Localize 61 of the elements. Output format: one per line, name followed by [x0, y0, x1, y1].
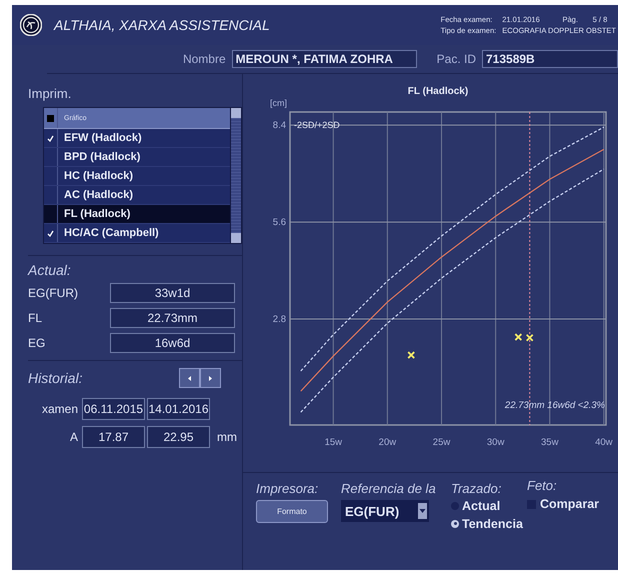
data-point: [526, 334, 534, 342]
unit-label: mm: [217, 430, 237, 444]
section-title: Imprim.: [27, 86, 72, 101]
checkmark-icon: [47, 230, 54, 236]
printer-label: Impresora:: [256, 481, 320, 496]
value-field: 16w6d: [110, 333, 235, 353]
radio-button[interactable]: [451, 520, 459, 528]
checkbox-label: Comparar: [540, 497, 600, 511]
x-tick-label: 20w: [378, 437, 396, 448]
x-tick-label: 30w: [486, 437, 504, 448]
checkmark-icon: [47, 134, 54, 142]
history-label: xamen: [40, 402, 79, 416]
scrollbar[interactable]: [230, 108, 241, 243]
x-tick-label: 35w: [541, 437, 558, 448]
name-field[interactable]: MEROUN *, FATIMA ZOHRA: [232, 50, 417, 68]
section-title: Actual:: [26, 262, 72, 278]
chart-title: FL (Hadlock): [408, 86, 468, 97]
reference-label: Referencia de la: [341, 481, 437, 496]
hospital-title: ALTHAIA, XARXA ASSISTENCIAL: [54, 17, 270, 33]
list-item[interactable]: EFW (Hadlock): [44, 129, 230, 148]
y-tick-label: 5.6: [272, 217, 286, 228]
plot-label: Trazado:: [451, 481, 502, 496]
data-point: [514, 333, 522, 341]
radio-label: Tendencia: [462, 516, 523, 530]
y-tick-label: 8.4: [272, 120, 286, 132]
section-title: Historial:: [27, 370, 84, 386]
x-tick-label: 25w: [432, 437, 450, 448]
x-tick-label: 15w: [324, 437, 342, 448]
list-item[interactable]: BPD (Hadlock): [44, 148, 230, 167]
name-label: Nombre: [182, 52, 226, 66]
previous-button[interactable]: [179, 368, 200, 388]
list-item[interactable]: HC/AC (Campbell): [44, 224, 230, 243]
history-field: 06.11.2015: [82, 398, 145, 420]
data-point: [407, 351, 416, 359]
band-label: -2SD/+2SD: [294, 120, 340, 130]
history-label: A: [68, 430, 79, 444]
reference-dropdown[interactable]: EG(FUR): [341, 500, 429, 522]
history-field: 22.95: [147, 426, 210, 448]
y-tick-label: 2.8: [272, 314, 286, 326]
format-button[interactable]: Formato: [256, 500, 328, 523]
measure-label: EG(FUR): [28, 286, 79, 300]
value-field: 33w1d: [110, 283, 235, 303]
x-tick-label: 40w: [595, 437, 613, 448]
list-item[interactable]: FL (Hadlock): [44, 205, 230, 224]
axis-unit: [cm]: [270, 98, 287, 108]
radio-label: Actual: [462, 498, 500, 512]
left-arrow-icon: [188, 376, 191, 380]
measure-label: EG: [28, 336, 46, 350]
right-arrow-icon: [209, 376, 212, 380]
value-field: 22.73mm: [110, 308, 235, 328]
header-checkbox-icon[interactable]: [47, 114, 54, 122]
patient-id-field[interactable]: 713589B: [482, 50, 618, 68]
history-field: 17.87: [82, 426, 145, 448]
measure-label: FL: [28, 311, 44, 325]
list-item[interactable]: HC (Hadlock): [44, 167, 230, 186]
logo-icon: [20, 14, 42, 36]
fetus-label: Feto:: [527, 478, 558, 493]
next-button[interactable]: [200, 368, 221, 388]
patient-id-label: Pac. ID: [436, 52, 476, 66]
history-field: 14.01.2016: [147, 398, 210, 420]
measurement-note: 22.73mm 16w6d <2.3%: [504, 400, 605, 411]
